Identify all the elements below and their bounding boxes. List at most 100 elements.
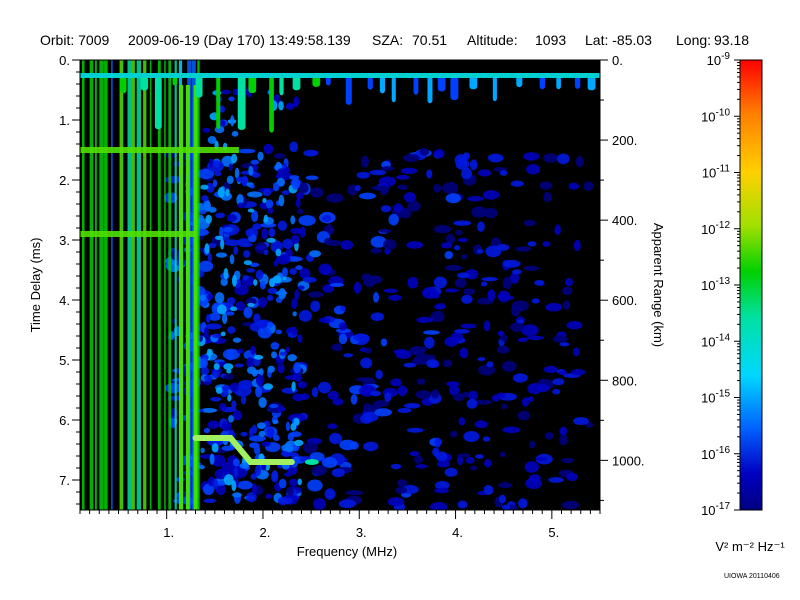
noise-speck (270, 342, 280, 350)
noise-speck (240, 394, 247, 405)
noise-speck (498, 482, 513, 489)
noise-speck (247, 302, 255, 307)
noise-speck (205, 314, 211, 324)
noise-speck (253, 445, 261, 455)
noise-speck (502, 277, 512, 289)
noise-speck (457, 453, 471, 458)
noise-speck (369, 169, 387, 176)
noise-speck (308, 291, 324, 298)
noise-speck (278, 100, 284, 111)
noise-speck (559, 434, 568, 446)
noise-speck (272, 419, 279, 424)
noise-speck (215, 212, 226, 219)
noise-speck (310, 300, 321, 312)
noise-speck (233, 246, 239, 256)
local-plasma-line (80, 147, 239, 153)
noise-speck (442, 359, 453, 368)
noise-speck (273, 152, 286, 160)
noise-speck (562, 300, 571, 310)
top-echo-tail (437, 76, 446, 92)
noise-speck (311, 386, 319, 398)
noise-speck (284, 472, 292, 477)
noise-speck (199, 294, 206, 302)
noise-speck (437, 460, 451, 468)
freq-stripe (94, 60, 97, 510)
noise-speck (404, 402, 421, 409)
noise-speck (275, 248, 282, 257)
noise-speck (279, 351, 288, 356)
noise-speck (247, 208, 255, 213)
noise-speck (491, 394, 501, 402)
colorbar-tick-label: 10-11 (702, 164, 731, 181)
noise-speck (535, 456, 548, 462)
noise-speck (415, 390, 432, 400)
noise-speck (203, 200, 212, 212)
noise-speck (355, 377, 373, 382)
noise-speck (484, 459, 492, 468)
noise-speck (388, 294, 402, 301)
noise-speck (497, 290, 511, 303)
noise-speck (345, 490, 364, 496)
noise-speck (349, 441, 359, 450)
noise-speck (263, 214, 269, 223)
noise-speck (227, 326, 236, 334)
noise-speck (221, 421, 232, 432)
colorbar-tick-label: 10-14 (701, 332, 730, 349)
y-tick-label: 2. (59, 173, 70, 188)
noise-speck (393, 349, 408, 355)
noise-speck (523, 265, 540, 271)
noise-speck (238, 242, 253, 248)
noise-speck (375, 369, 383, 380)
noise-speck (230, 115, 235, 127)
noise-speck (496, 345, 510, 354)
noise-speck (457, 272, 470, 279)
noise-speck (388, 213, 399, 226)
noise-speck (299, 226, 306, 238)
noise-speck (214, 171, 222, 177)
noise-speck (433, 183, 442, 193)
freq-stripe (82, 60, 85, 510)
noise-speck (568, 182, 580, 190)
y2-tick-label: 400. (612, 213, 637, 228)
noise-speck (445, 288, 459, 293)
noise-speck (321, 457, 338, 468)
x-tick-label: 2. (260, 525, 271, 540)
noise-speck (413, 455, 423, 464)
noise-speck (370, 312, 385, 322)
y2-tick-label: 0. (612, 53, 623, 68)
noise-speck (302, 276, 317, 283)
noise-speck (200, 184, 209, 190)
noise-speck (561, 500, 580, 510)
noise-speck (208, 348, 213, 356)
noise-speck (444, 467, 458, 477)
top-echo-tail (450, 76, 459, 100)
noise-speck (229, 382, 239, 392)
top-echo-tail (269, 76, 274, 133)
noise-speck (215, 252, 228, 258)
noise-speck (211, 443, 219, 453)
noise-speck (450, 430, 458, 438)
noise-speck (318, 317, 331, 323)
noise-speck (363, 402, 372, 413)
noise-speck (544, 432, 554, 440)
noise-speck (209, 453, 215, 465)
noise-speck (202, 127, 211, 133)
noise-speck (360, 357, 373, 369)
noise-speck (397, 184, 408, 190)
noise-speck (257, 327, 272, 339)
noise-speck (269, 403, 279, 409)
noise-speck (203, 326, 209, 338)
noise-speck (463, 288, 476, 295)
noise-speck (250, 159, 260, 165)
noise-speck (523, 152, 540, 161)
noise-speck (216, 304, 227, 315)
noise-speck (237, 148, 256, 154)
noise-speck (552, 378, 565, 386)
noise-speck (422, 287, 438, 299)
noise-speck (278, 288, 287, 300)
noise-speck (565, 278, 573, 287)
y2-tick-label: 1000. (612, 453, 645, 468)
noise-speck (312, 498, 326, 510)
noise-speck (207, 420, 220, 429)
noise-speck (478, 169, 492, 177)
